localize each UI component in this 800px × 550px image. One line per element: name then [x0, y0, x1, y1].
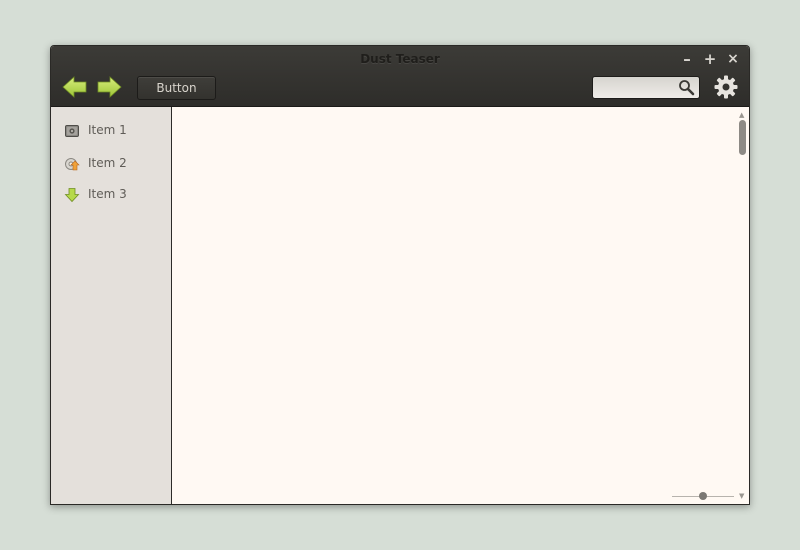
arrow-down-icon — [64, 188, 80, 203]
toolbar-button[interactable]: Button — [137, 76, 216, 100]
app-window: Dust Teaser – + × Button Item 1 Item 2 I… — [50, 45, 750, 505]
zoom-slider-knob[interactable] — [699, 492, 707, 500]
back-button[interactable] — [62, 75, 88, 99]
sidebar-item-3[interactable]: Item 3 — [51, 183, 171, 207]
scrollbar-thumb[interactable] — [739, 120, 746, 155]
sidebar-item-label: Item 1 — [88, 123, 127, 137]
sidebar-item-1[interactable]: Item 1 — [51, 119, 171, 143]
sidebar-item-2[interactable]: Item 2 — [51, 152, 171, 176]
titlebar-toolbar: Dust Teaser – + × Button — [51, 46, 749, 107]
search-field[interactable] — [592, 76, 700, 99]
arrow-right-icon — [97, 76, 122, 98]
gear-icon[interactable] — [714, 75, 738, 99]
content-area[interactable]: ▲ ▼ — [172, 107, 749, 504]
scroll-down-icon[interactable]: ▼ — [739, 492, 744, 500]
search-icon[interactable] — [678, 79, 695, 96]
arrow-left-icon — [62, 76, 87, 98]
window-title: Dust Teaser — [360, 52, 440, 66]
sidebar-item-label: Item 3 — [88, 187, 127, 201]
maximize-button[interactable]: + — [700, 50, 720, 68]
scroll-up-icon[interactable]: ▲ — [739, 111, 744, 119]
close-button[interactable]: × — [723, 50, 743, 68]
sidebar: Item 1 Item 2 Item 3 — [51, 107, 172, 504]
zoom-slider[interactable] — [672, 490, 734, 502]
drive-icon — [65, 125, 79, 137]
gear-update-icon — [65, 158, 80, 171]
minimize-button[interactable]: – — [677, 50, 697, 68]
search-input[interactable] — [597, 79, 681, 97]
vertical-scrollbar[interactable]: ▲ ▼ — [735, 107, 749, 504]
sidebar-item-label: Item 2 — [88, 156, 127, 170]
forward-button[interactable] — [96, 75, 122, 99]
